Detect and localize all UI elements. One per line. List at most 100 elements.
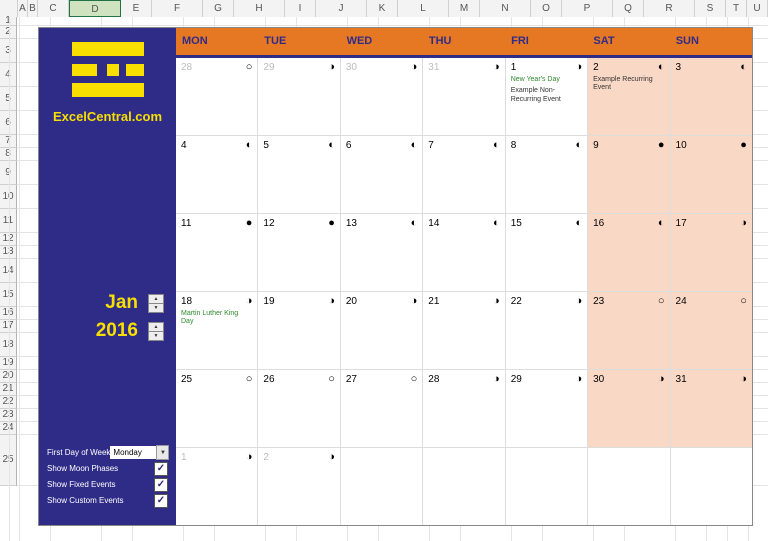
day-number: 16 bbox=[593, 218, 604, 229]
calendar-event: Martin Luther King Day bbox=[181, 310, 252, 327]
calendar-cell[interactable]: 28◑ bbox=[422, 370, 504, 447]
col-header-I[interactable]: I bbox=[285, 0, 316, 17]
col-header-O[interactable]: O bbox=[531, 0, 562, 17]
moon-phase-icon: ◐ bbox=[411, 218, 418, 229]
col-header-K[interactable]: K bbox=[367, 0, 398, 17]
calendar-cell[interactable]: 30◑ bbox=[340, 58, 422, 135]
col-header-D[interactable]: D bbox=[69, 0, 121, 17]
moon-phase-icon: ◐ bbox=[328, 140, 335, 151]
col-header-U[interactable]: U bbox=[747, 0, 768, 17]
col-header-L[interactable]: L bbox=[398, 0, 449, 17]
calendar-cell[interactable]: 2◑ bbox=[257, 448, 339, 525]
moon-phase-icon: ◑ bbox=[575, 374, 582, 385]
col-header-H[interactable]: H bbox=[234, 0, 285, 17]
col-header-J[interactable]: J bbox=[316, 0, 367, 17]
col-header-Q[interactable]: Q bbox=[613, 0, 644, 17]
day-number: 3 bbox=[676, 62, 682, 73]
calendar-cell[interactable]: 31◑ bbox=[422, 58, 504, 135]
calendar-cell[interactable]: 27○ bbox=[340, 370, 422, 447]
calendar-sheet: ExcelCentral.com Jan ▲▼ 2016 ▲▼ First Da… bbox=[38, 27, 753, 526]
calendar-cell[interactable]: 24○ bbox=[670, 292, 752, 369]
day-number: 2 bbox=[593, 62, 599, 73]
col-header-E[interactable]: E bbox=[121, 0, 152, 17]
day-number: 15 bbox=[511, 218, 522, 229]
calendar-cell[interactable]: 14◐ bbox=[422, 214, 504, 291]
dropdown-arrow-icon: ▼ bbox=[156, 445, 169, 460]
calendar-cell[interactable]: 6◐ bbox=[340, 136, 422, 213]
col-header-G[interactable]: G bbox=[203, 0, 234, 17]
calendar-cell[interactable] bbox=[505, 448, 587, 525]
col-header-A[interactable]: A bbox=[18, 0, 28, 17]
first-day-dropdown[interactable]: Monday ▼ bbox=[110, 445, 169, 460]
calendar-cell[interactable]: 25○ bbox=[176, 370, 257, 447]
day-number: 4 bbox=[181, 140, 187, 151]
col-header-R[interactable]: R bbox=[644, 0, 695, 17]
day-number: 31 bbox=[676, 374, 687, 385]
month-label: Jan bbox=[105, 292, 138, 314]
day-header: WED bbox=[341, 28, 423, 55]
moon-phase-icon: ◐ bbox=[246, 140, 253, 151]
col-header-B[interactable]: B bbox=[28, 0, 38, 17]
day-number: 20 bbox=[346, 296, 357, 307]
calendar-cell[interactable]: 29◑ bbox=[257, 58, 339, 135]
calendar-cell[interactable]: 28○ bbox=[176, 58, 257, 135]
calendar-cell[interactable] bbox=[340, 448, 422, 525]
calendar-cell[interactable]: 18◑Martin Luther King Day bbox=[176, 292, 257, 369]
moon-phase-icon: ○ bbox=[658, 296, 665, 307]
calendar-cell[interactable]: 4◐ bbox=[176, 136, 257, 213]
day-header: SUN bbox=[670, 28, 752, 55]
calendar-cell[interactable]: 12● bbox=[257, 214, 339, 291]
col-header-C[interactable]: C bbox=[38, 0, 69, 17]
calendar-cell[interactable]: 5◐ bbox=[257, 136, 339, 213]
day-number: 17 bbox=[676, 218, 687, 229]
moon-phase-icon: ○ bbox=[740, 296, 747, 307]
calendar-cell[interactable]: 31 ◑ bbox=[670, 370, 752, 447]
col-header-M[interactable]: M bbox=[449, 0, 480, 17]
moon-phase-icon: ○ bbox=[246, 374, 253, 385]
calendar-cell[interactable]: 20◑ bbox=[340, 292, 422, 369]
calendar-cell[interactable]: 1◑New Year's DayExample Non-Recurring Ev… bbox=[505, 58, 587, 135]
year-spinner[interactable]: ▲▼ bbox=[148, 322, 164, 341]
calendar-cell[interactable]: 11● bbox=[176, 214, 257, 291]
day-header: FRI bbox=[505, 28, 587, 55]
calendar-cell[interactable]: 2◐Example Recurring Event bbox=[587, 58, 669, 135]
day-number: 9 bbox=[593, 140, 599, 151]
calendar-cell[interactable] bbox=[670, 448, 752, 525]
col-header-S[interactable]: S bbox=[695, 0, 726, 17]
calendar-cell[interactable] bbox=[587, 448, 669, 525]
fixed-events-checkbox[interactable]: ✓ bbox=[154, 478, 168, 492]
calendar-cell[interactable]: 23○ bbox=[587, 292, 669, 369]
moon-phases-checkbox[interactable]: ✓ bbox=[154, 462, 168, 476]
calendar-cell[interactable]: 29 ◑ bbox=[505, 370, 587, 447]
col-header-F[interactable]: F bbox=[152, 0, 203, 17]
calendar-cell[interactable]: 17◑ bbox=[670, 214, 752, 291]
calendar-cell[interactable]: 13◐ bbox=[340, 214, 422, 291]
grid-area: ExcelCentral.com Jan ▲▼ 2016 ▲▼ First Da… bbox=[17, 17, 768, 541]
calendar-cell[interactable]: 30◑ bbox=[587, 370, 669, 447]
moon-phase-icon: ◑ bbox=[575, 296, 582, 307]
day-number: 29 bbox=[263, 62, 274, 73]
day-number: 1 bbox=[181, 452, 187, 463]
calendar-cell[interactable]: 8◐ bbox=[505, 136, 587, 213]
calendar-cell[interactable] bbox=[422, 448, 504, 525]
day-number: 29 bbox=[511, 374, 522, 385]
custom-events-checkbox[interactable]: ✓ bbox=[154, 494, 168, 508]
moon-phase-icon: ◑ bbox=[740, 374, 747, 385]
moon-phase-icon: ● bbox=[328, 218, 335, 229]
moon-phase-icon: ◑ bbox=[493, 62, 500, 73]
month-spinner[interactable]: ▲▼ bbox=[148, 294, 164, 313]
calendar-cell[interactable]: 19◑ bbox=[257, 292, 339, 369]
col-header-T[interactable]: T bbox=[726, 0, 747, 17]
calendar-cell[interactable]: 26○ bbox=[257, 370, 339, 447]
calendar-cell[interactable]: 21◑ bbox=[422, 292, 504, 369]
calendar-cell[interactable]: 15◐ bbox=[505, 214, 587, 291]
calendar-cell[interactable]: 9● bbox=[587, 136, 669, 213]
col-header-N[interactable]: N bbox=[480, 0, 531, 17]
calendar-cell[interactable]: 22◑ bbox=[505, 292, 587, 369]
calendar-cell[interactable]: 3◐ bbox=[670, 58, 752, 135]
calendar-cell[interactable]: 16◐ bbox=[587, 214, 669, 291]
calendar-cell[interactable]: 7◐ bbox=[422, 136, 504, 213]
col-header-P[interactable]: P bbox=[562, 0, 613, 17]
calendar-cell[interactable]: 1◑ bbox=[176, 448, 257, 525]
calendar-cell[interactable]: 10● bbox=[670, 136, 752, 213]
